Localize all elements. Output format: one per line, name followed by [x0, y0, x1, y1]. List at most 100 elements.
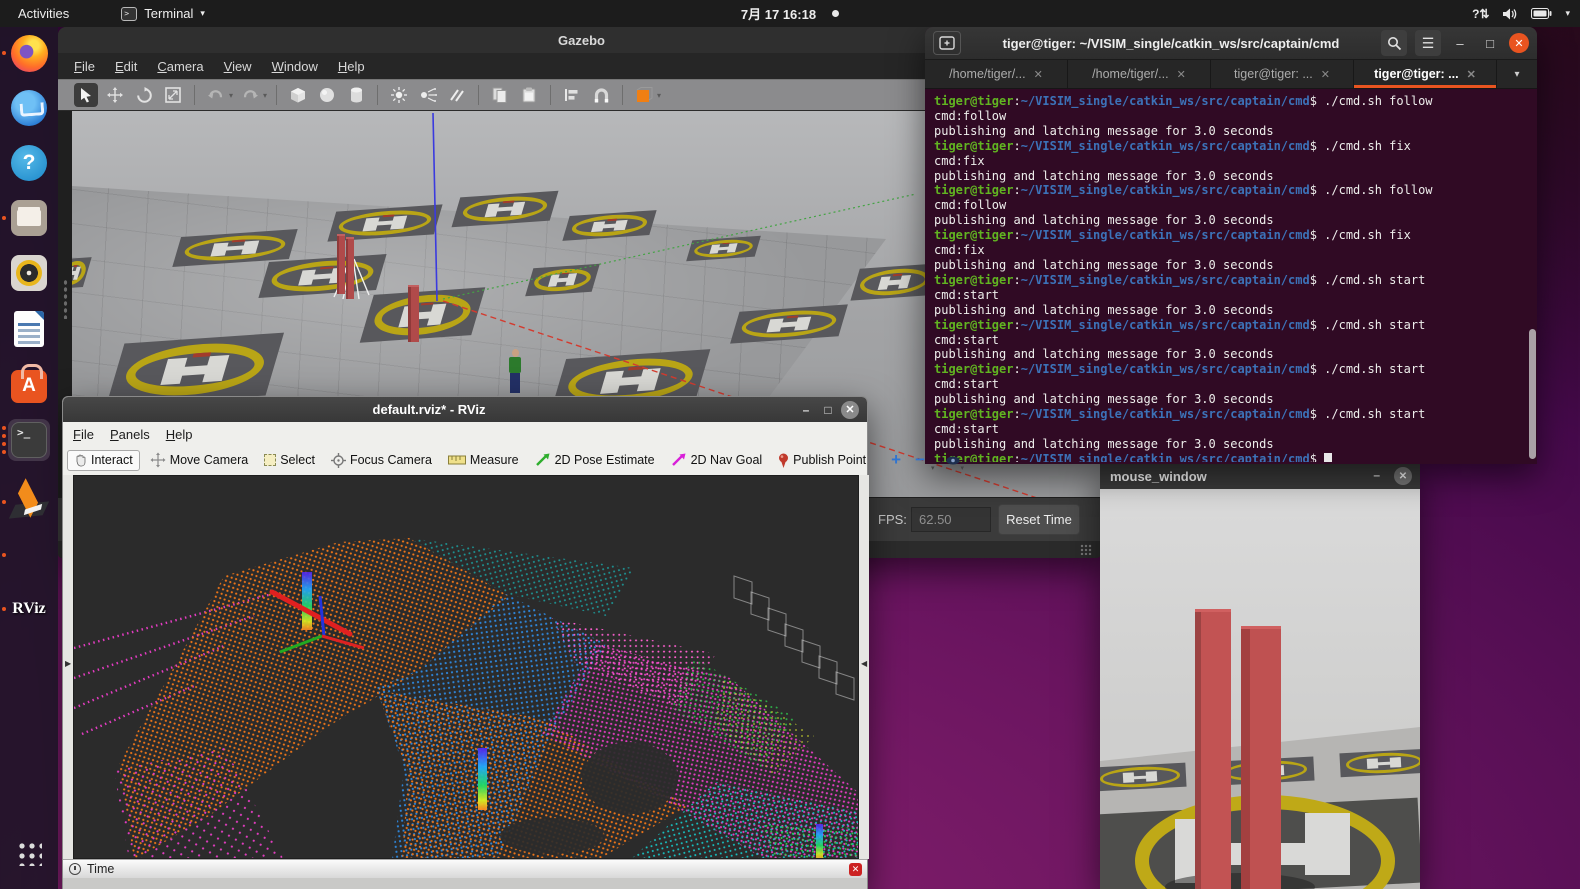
dock-item-firefox[interactable] — [8, 32, 50, 74]
dock-item-show-apps[interactable] — [8, 832, 50, 874]
menu-button[interactable]: ☰ — [1415, 30, 1441, 56]
tool-move-camera[interactable]: Move Camera — [144, 450, 255, 470]
tab-close-icon[interactable]: ✕ — [1034, 68, 1043, 81]
terminal-output[interactable]: tiger@tiger:~/VISIM_single/catkin_ws/src… — [925, 89, 1537, 462]
insert-sphere-tool-icon[interactable] — [315, 83, 339, 107]
gazebo-menu-help[interactable]: Help — [338, 59, 365, 74]
remove-tool-button[interactable]: − — [910, 450, 930, 470]
rotate-tool-icon[interactable] — [132, 83, 156, 107]
view-angle-tool-icon[interactable] — [632, 83, 656, 107]
gazebo-menu-camera[interactable]: Camera — [157, 59, 203, 74]
terminal-titlebar[interactable]: tiger@tiger: ~/VISIM_single/catkin_ws/sr… — [925, 27, 1537, 59]
translate-tool-icon[interactable] — [103, 83, 127, 107]
directional-light-tool-icon[interactable] — [445, 83, 469, 107]
camera-type-icon[interactable] — [946, 456, 960, 465]
undo-button-icon[interactable] — [204, 83, 228, 107]
point-light-tool-icon[interactable] — [387, 83, 411, 107]
align-tool-icon[interactable] — [560, 83, 584, 107]
rviz-3d-viewport[interactable] — [73, 475, 859, 859]
maximize-icon[interactable]: □ — [817, 399, 839, 421]
close-icon[interactable]: ✕ — [1394, 467, 1412, 485]
system-tray[interactable]: ?⇅ ▾ — [1472, 0, 1570, 27]
chevron-down-icon[interactable]: ▾ — [961, 464, 965, 472]
rviz-menu-help[interactable]: Help — [166, 427, 193, 442]
new-tab-icon — [939, 36, 955, 50]
tab-label: tiger@tiger: ... — [1374, 67, 1458, 81]
minimize-icon[interactable]: – — [1449, 36, 1471, 51]
snap-tool-icon[interactable] — [589, 83, 613, 107]
tool-select[interactable]: Select — [258, 451, 321, 469]
add-tool-button[interactable]: + — [886, 450, 906, 470]
dock-item-rhythmbox[interactable] — [8, 252, 50, 294]
chevron-down-icon[interactable]: ▾ — [263, 91, 267, 100]
new-tab-button[interactable] — [933, 31, 961, 55]
prompt-sep: : — [1013, 139, 1020, 153]
close-icon[interactable]: ✕ — [849, 863, 862, 876]
terminal-tab-3[interactable]: tiger@tiger: ...✕ — [1211, 60, 1354, 88]
tool-measure[interactable]: Measure — [442, 451, 525, 469]
gazebo-menu-edit[interactable]: Edit — [115, 59, 137, 74]
tab-close-icon[interactable]: ✕ — [1177, 68, 1186, 81]
chevron-down-icon[interactable]: ▾ — [657, 91, 661, 100]
prompt-sep: : — [1013, 452, 1020, 462]
tab-close-icon[interactable]: ✕ — [1321, 68, 1330, 81]
close-icon[interactable]: ✕ — [1509, 33, 1529, 53]
scale-tool-icon[interactable] — [161, 83, 185, 107]
dock-item-files[interactable] — [8, 197, 50, 239]
camera-view[interactable] — [1100, 489, 1420, 889]
tab-close-icon[interactable]: ✕ — [1467, 68, 1476, 81]
rviz-menu-panels[interactable]: Panels — [110, 427, 150, 442]
copy-button-icon[interactable] — [488, 83, 512, 107]
terminal-app-icon: > — [121, 7, 137, 21]
gazebo-menu-view[interactable]: View — [224, 59, 252, 74]
redo-button-icon[interactable] — [238, 83, 262, 107]
maximize-icon[interactable]: □ — [1479, 36, 1501, 51]
mouse-window-titlebar[interactable]: mouse_window – ✕ — [1100, 464, 1420, 489]
rviz-right-panel-collapsed[interactable]: ◀ — [859, 475, 869, 859]
dock-item-thunderbird[interactable] — [8, 87, 50, 129]
measure-icon — [448, 455, 466, 465]
tab-list-button[interactable]: ▾ — [1497, 60, 1537, 88]
tool-2d-pose-estimate[interactable]: 2D Pose Estimate — [529, 451, 661, 469]
select-tool-icon[interactable] — [74, 83, 98, 107]
time-panel-header[interactable]: Time ✕ — [63, 859, 867, 878]
gazebo-menu-file[interactable]: File — [74, 59, 95, 74]
dock-item-rviz[interactable]: RViz — [8, 588, 50, 630]
insert-box-tool-icon[interactable] — [286, 83, 310, 107]
chevron-down-icon[interactable]: ▾ — [931, 464, 935, 472]
dock-item-gazebo[interactable] — [8, 481, 50, 523]
insert-cylinder-tool-icon[interactable] — [344, 83, 368, 107]
resize-grip-icon[interactable] — [1080, 544, 1092, 555]
tool-publish-point[interactable]: Publish Point — [772, 451, 872, 470]
dock-item-ubuntu-software[interactable] — [8, 364, 50, 406]
rviz-left-panel-collapsed[interactable]: ▶ — [63, 475, 73, 859]
minimize-icon[interactable]: – — [795, 399, 817, 421]
rviz-menu-file[interactable]: File — [73, 427, 94, 442]
chevron-down-icon[interactable]: ▾ — [229, 91, 233, 100]
prompt-user: tiger@tiger — [934, 362, 1013, 376]
gazebo-menu-window[interactable]: Window — [272, 59, 318, 74]
terminal-tab-1[interactable]: /home/tiger/...✕ — [925, 60, 1068, 88]
rviz-titlebar[interactable]: default.rviz* - RViz – □ ✕ — [63, 397, 867, 422]
tool-interact[interactable]: Interact — [67, 450, 140, 471]
tool-2d-nav-goal[interactable]: 2D Nav Goal — [665, 451, 769, 469]
app-menu[interactable]: > Terminal ▾ — [121, 6, 205, 21]
search-button[interactable] — [1381, 30, 1407, 56]
battery-icon — [1531, 8, 1552, 19]
dock-item-terminal[interactable] — [8, 419, 50, 461]
tool-focus-camera[interactable]: Focus Camera — [325, 451, 438, 470]
dock-item-unknown-app[interactable] — [8, 534, 50, 576]
clock[interactable]: 7月 17 16:18 — [741, 4, 816, 23]
terminal-tab-4[interactable]: tiger@tiger: ... ✕ — [1354, 60, 1497, 88]
close-icon[interactable]: ✕ — [841, 401, 859, 419]
reset-time-button[interactable]: Reset Time — [998, 504, 1080, 535]
activities-button[interactable]: Activities — [12, 6, 75, 21]
scrollbar-thumb[interactable] — [1529, 329, 1536, 459]
dock-item-help[interactable]: ? — [8, 142, 50, 184]
spot-light-tool-icon[interactable] — [416, 83, 440, 107]
fps-value-field[interactable]: 62.50 — [911, 507, 991, 532]
paste-button-icon[interactable] — [517, 83, 541, 107]
minimize-icon[interactable]: – — [1373, 468, 1380, 482]
dock-item-libreoffice-writer[interactable] — [8, 308, 50, 350]
terminal-tab-2[interactable]: /home/tiger/...✕ — [1068, 60, 1211, 88]
